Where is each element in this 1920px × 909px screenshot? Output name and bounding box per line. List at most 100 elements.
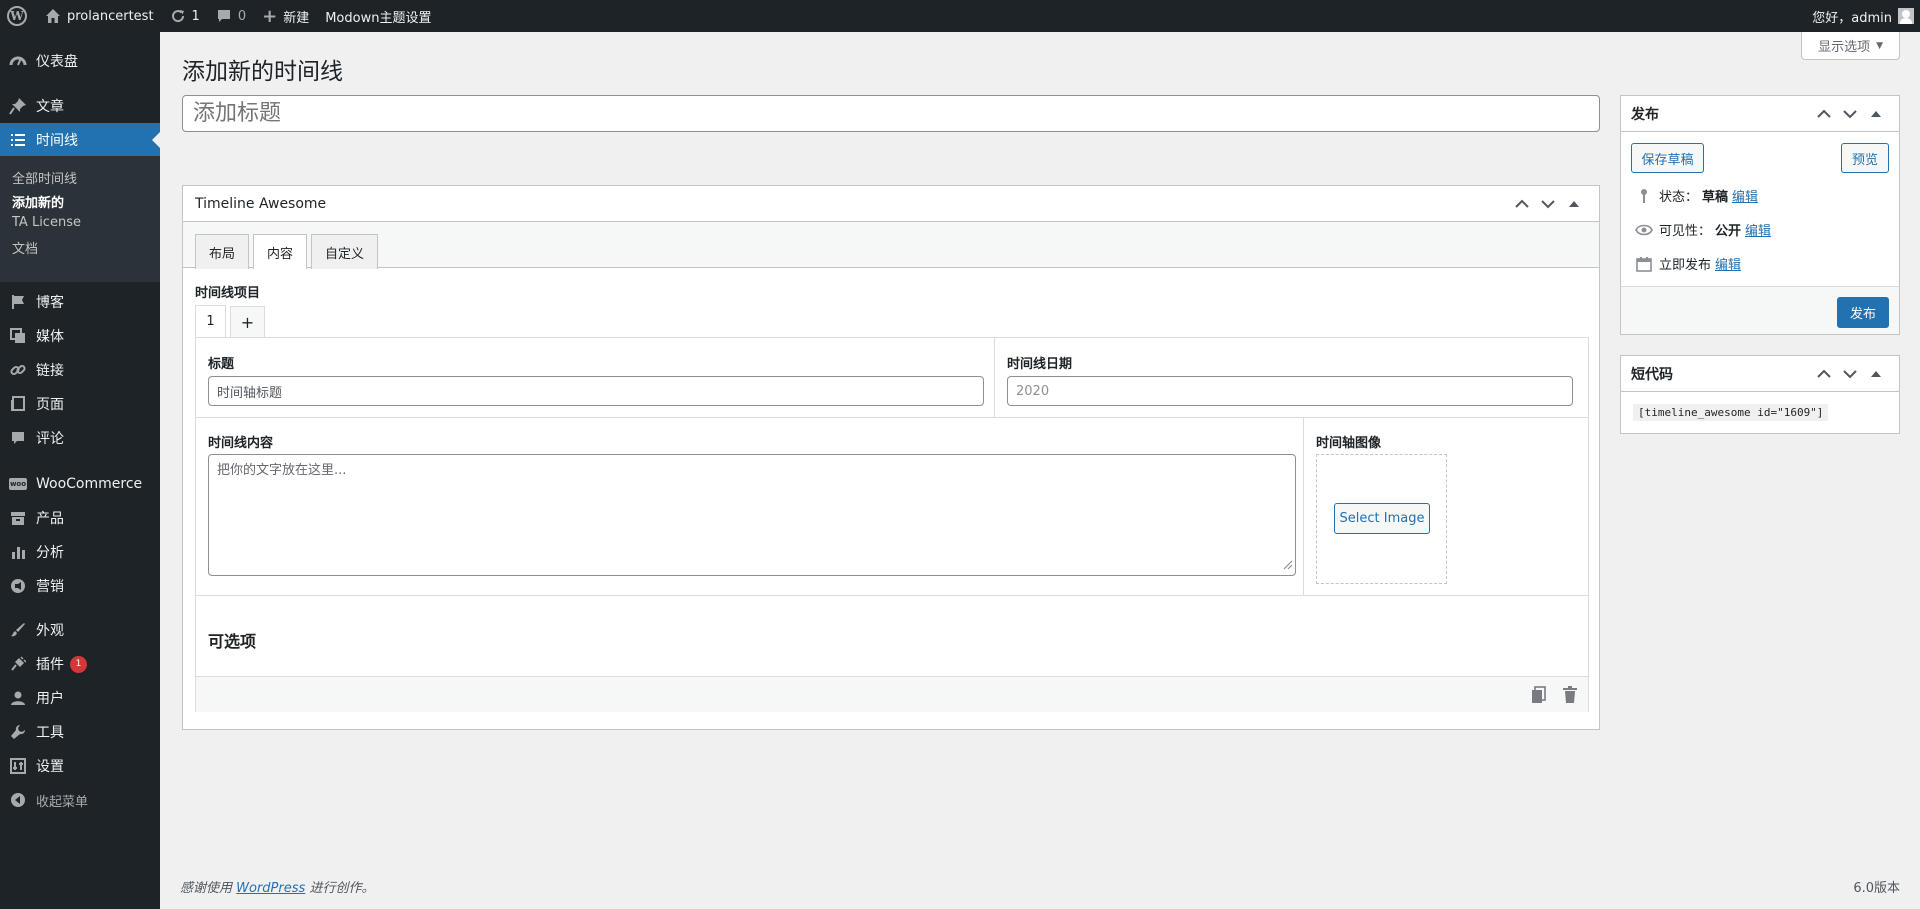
edit-publish-time-link[interactable]: 编辑 (1715, 254, 1741, 273)
move-down-icon[interactable] (1535, 199, 1561, 209)
move-up-icon[interactable] (1811, 109, 1837, 119)
menu-appearance[interactable]: 外观 (0, 613, 160, 647)
menu-timeline[interactable]: 时间线 (0, 123, 160, 157)
edit-status-link[interactable]: 编辑 (1732, 186, 1758, 205)
menu-marketing[interactable]: 营销 (0, 569, 160, 603)
date-placeholder: 2020 (1016, 383, 1050, 399)
menu-dashboard[interactable]: 仪表盘 (0, 44, 160, 78)
menu-tools[interactable]: 工具 (0, 715, 160, 749)
screen-options-button[interactable]: 显示选项 ▼ (1801, 32, 1900, 60)
menu-plugins[interactable]: 插件 1 (0, 647, 160, 681)
tab-content[interactable]: 内容 (253, 234, 308, 269)
menu-users[interactable]: 用户 (0, 681, 160, 715)
submenu-docs[interactable]: 文档 (12, 238, 38, 257)
menu-settings[interactable]: 设置 (0, 749, 160, 783)
publish-time-row: 立即发布 编辑 (1633, 254, 1741, 273)
tab-custom[interactable]: 自定义 (311, 234, 379, 269)
post-title-input[interactable] (182, 95, 1600, 132)
brush-icon (0, 622, 36, 638)
tab-layout[interactable]: 布局 (195, 234, 250, 269)
duplicate-icon[interactable] (1531, 686, 1547, 708)
submenu-ta-license[interactable]: TA License (12, 215, 81, 230)
woo-icon: woo (9, 478, 27, 490)
move-up-icon[interactable] (1509, 199, 1535, 209)
menu-label: 链接 (36, 363, 64, 379)
publish-time-label: 立即发布 (1659, 258, 1712, 273)
site-name-link[interactable]: prolancertest (37, 0, 162, 32)
timeline-awesome-metabox: Timeline Awesome 布局 内容 自定义 时间线项目 1 + 标题 … (182, 185, 1600, 730)
plus-icon: + (262, 5, 278, 27)
menu-posts[interactable]: 文章 (0, 89, 160, 123)
item-content-textarea[interactable]: 把你的文字放在这里... (208, 454, 1296, 576)
move-down-icon[interactable] (1837, 109, 1863, 119)
menu-label: 设置 (36, 759, 64, 775)
menu-media[interactable]: 媒体 (0, 319, 160, 353)
item-tab-1[interactable]: 1 (195, 305, 226, 337)
submenu-all-timelines[interactable]: 全部时间线 (12, 168, 77, 187)
add-item-tab[interactable]: + (230, 306, 265, 337)
trash-icon[interactable] (1562, 686, 1578, 708)
timeline-tabs-bar: 布局 内容 自定义 (183, 222, 1599, 269)
menu-links[interactable]: 链接 (0, 353, 160, 387)
shortcode-text[interactable]: [timeline_awesome id="1609"] (1633, 404, 1829, 421)
menu-products[interactable]: 产品 (0, 501, 160, 535)
collapse-menu-button[interactable]: 收起菜单 (0, 783, 160, 817)
menu-comments[interactable]: 评论 (0, 421, 160, 455)
publish-button[interactable]: 发布 (1837, 297, 1889, 328)
updates-link[interactable]: 1 (162, 0, 208, 32)
item-row-title-date: 标题 时间轴标题 时间线日期 2020 (196, 338, 1588, 418)
page-icon (0, 396, 36, 412)
select-image-label: Select Image (1339, 511, 1425, 526)
plugins-update-badge: 1 (70, 655, 87, 673)
wp-logo-menu[interactable]: W (0, 0, 37, 32)
status-value: 草稿 (1702, 190, 1729, 205)
new-content-link[interactable]: + 新建 (254, 0, 317, 32)
publish-actions: 发布 (1621, 286, 1899, 334)
caret-down-icon: ▼ (1876, 40, 1883, 51)
footer-thanks: 感谢使用 WordPress 进行创作。 (180, 877, 374, 896)
timeline-items-label: 时间线项目 (195, 286, 261, 301)
status-row: 状态： 草稿 编辑 (1633, 186, 1758, 205)
shortcode-metabox: 短代码 [timeline_awesome id="1609"] (1620, 355, 1900, 434)
preview-button[interactable]: 预览 (1841, 143, 1889, 173)
chart-icon (0, 544, 36, 560)
home-icon (45, 8, 61, 24)
footer-version: 6.0版本 (1853, 881, 1900, 896)
account-menu[interactable]: 您好，admin (1804, 0, 1920, 32)
resize-handle-icon[interactable] (1281, 558, 1293, 574)
edit-visibility-link[interactable]: 编辑 (1745, 220, 1771, 239)
save-draft-button[interactable]: 保存草稿 (1631, 143, 1704, 173)
metabox-title: Timeline Awesome (195, 195, 327, 212)
toggle-panel-icon[interactable] (1863, 110, 1889, 118)
item-title-value: 时间轴标题 (217, 385, 283, 401)
publish-header: 发布 (1621, 96, 1899, 132)
menu-pages[interactable]: 页面 (0, 387, 160, 421)
admin-sidebar: 仪表盘 文章 时间线 全部时间线 添加新的 TA License 文档 博客 媒… (0, 32, 160, 909)
comments-link[interactable]: 0 (208, 0, 254, 32)
menu-analytics[interactable]: 分析 (0, 535, 160, 569)
menu-label: WooCommerce (36, 476, 143, 492)
toggle-panel-icon[interactable] (1863, 370, 1889, 378)
publish-button-label: 发布 (1849, 307, 1876, 322)
item-date-input[interactable]: 2020 (1007, 376, 1573, 406)
eye-icon (1633, 224, 1655, 236)
wordpress-link[interactable]: WordPress (236, 881, 305, 896)
menu-blog[interactable]: 博客 (0, 285, 160, 319)
visibility-row: 可见性： 公开 编辑 (1633, 220, 1771, 239)
content-placeholder: 把你的文字放在这里... (217, 463, 347, 478)
select-image-button[interactable]: Select Image (1334, 503, 1430, 534)
item-title-input[interactable]: 时间轴标题 (208, 376, 984, 406)
theme-settings-link[interactable]: Modown主题设置 (317, 0, 439, 32)
submenu-add-new[interactable]: 添加新的 (12, 192, 64, 211)
move-up-icon[interactable] (1811, 369, 1837, 379)
image-dropzone[interactable]: Select Image (1316, 454, 1447, 584)
toggle-panel-icon[interactable] (1561, 200, 1587, 208)
menu-label: 外观 (36, 623, 64, 639)
comment-icon (0, 430, 36, 446)
menu-woocommerce[interactable]: woo WooCommerce (0, 467, 160, 501)
image-label: 时间轴图像 (1316, 436, 1382, 451)
updates-count: 1 (191, 8, 200, 24)
pin-icon (0, 97, 36, 115)
move-down-icon[interactable] (1837, 369, 1863, 379)
menu-label: 文章 (36, 99, 64, 115)
